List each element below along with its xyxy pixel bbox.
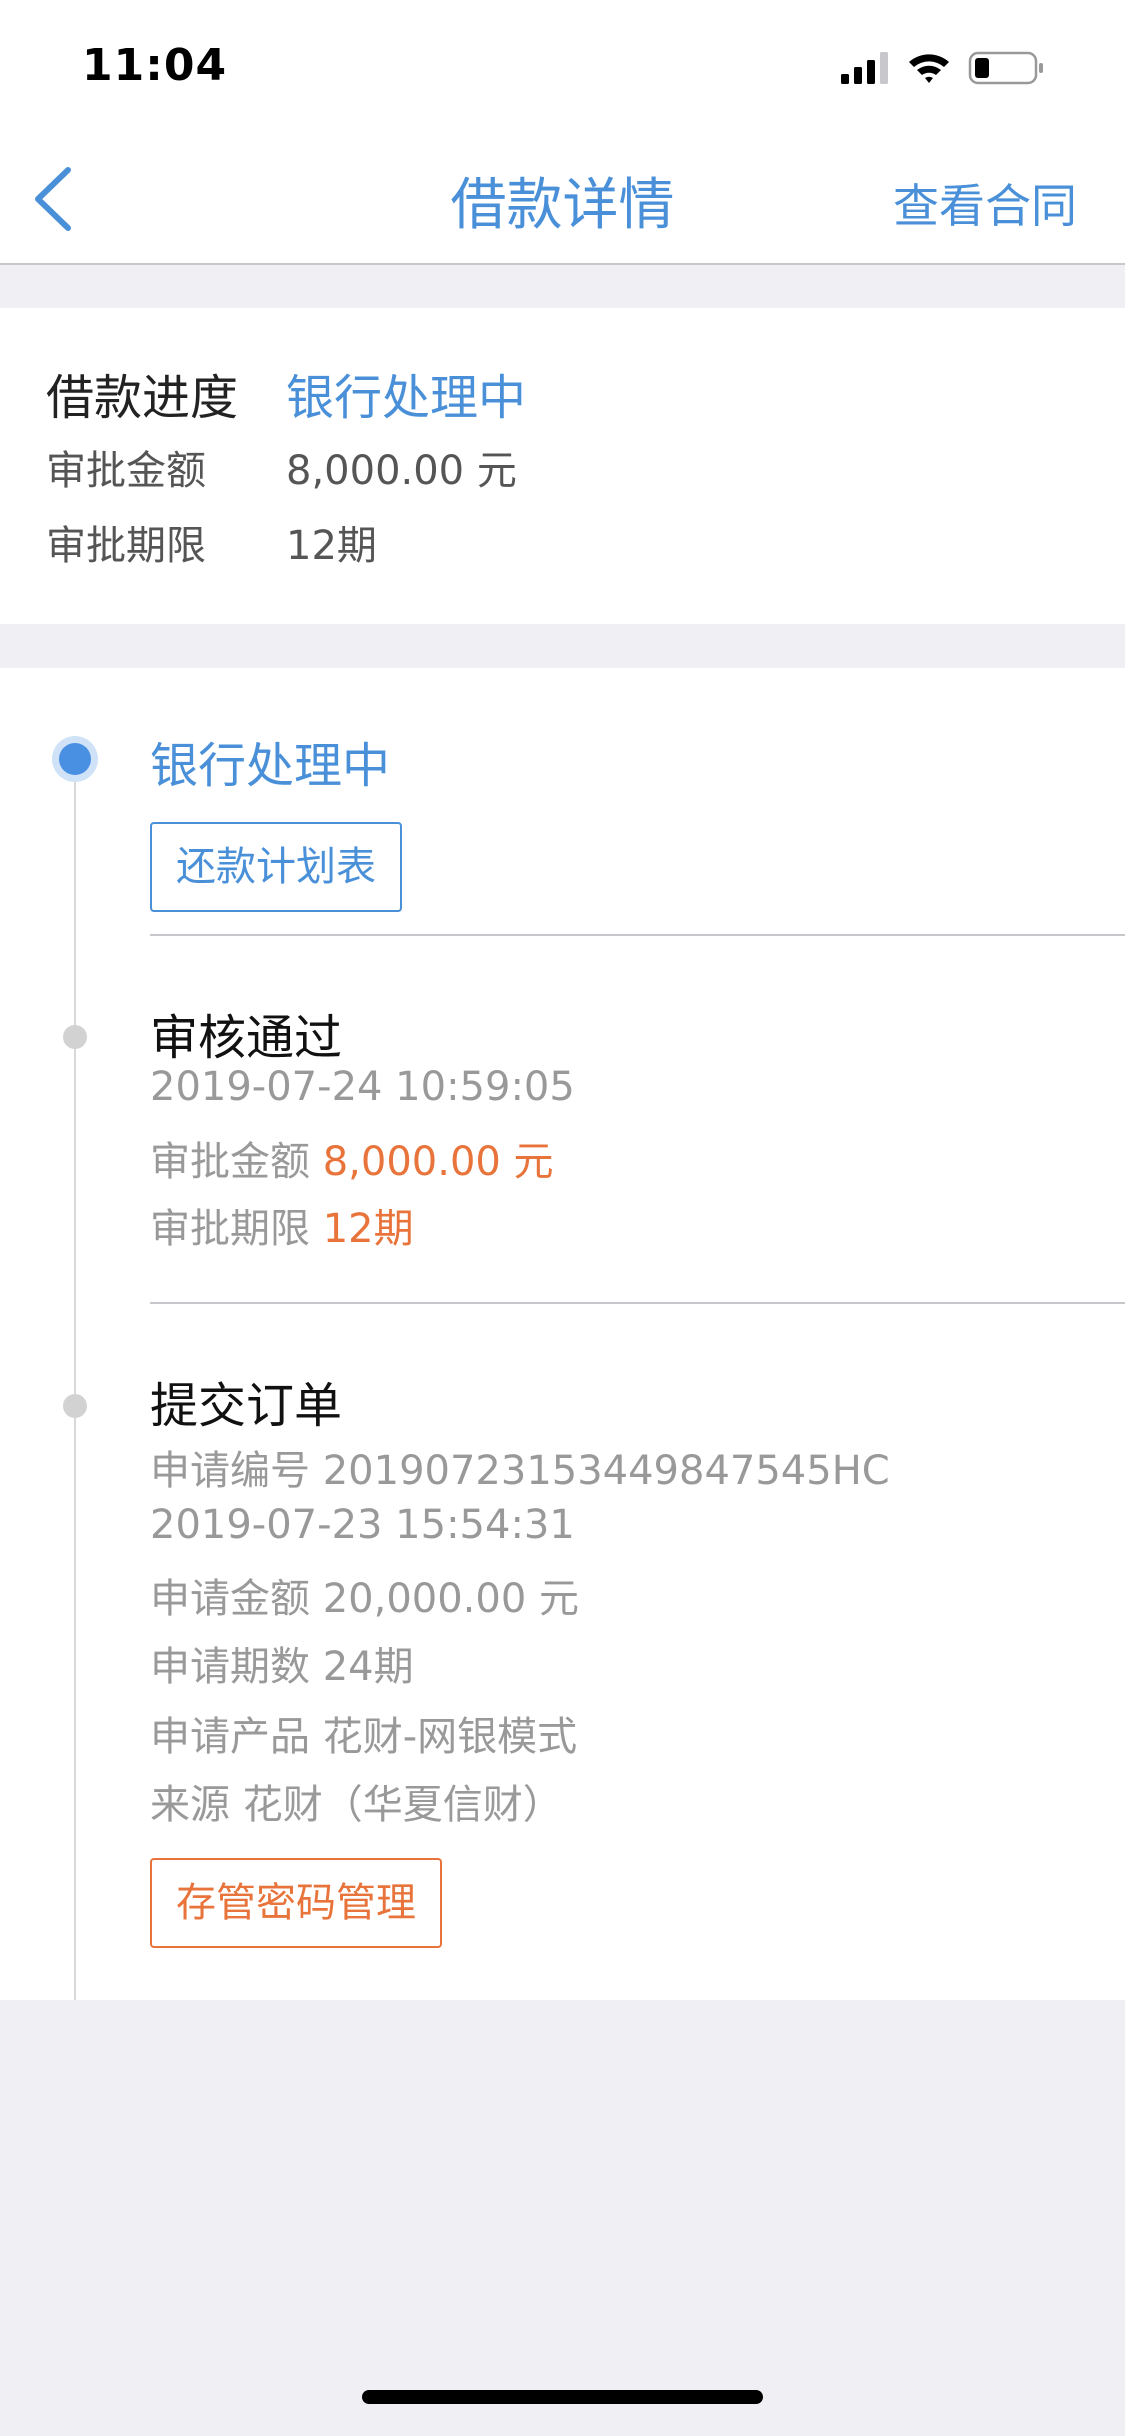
step-approved-title: 审核通过: [150, 1010, 343, 1066]
step-approved-amount: 审批金额 8,000.00 元: [150, 1129, 554, 1187]
applied-amount-label: 申请金额: [150, 1576, 310, 1622]
step-approved-amount-value: 8,000.00 元: [322, 1139, 554, 1185]
step-approved-term-label: 审批期限: [150, 1206, 310, 1252]
approved-term-value: 12期: [286, 523, 377, 569]
step-approved-datetime: 2019-07-24 10:59:05: [150, 1064, 575, 1110]
applied-amount-value: 20,000.00 元: [322, 1576, 580, 1622]
loan-timeline-card: 银行处理中 还款计划表 审核通过 2019-07-24 10:59:05 审批金…: [0, 668, 1125, 2000]
timeline-divider: [150, 934, 1125, 936]
progress-label: 借款进度: [46, 370, 239, 426]
applied-periods-label: 申请期数: [150, 1644, 310, 1690]
step-application-number: 申请编号 20190723153449847545HC: [150, 1438, 890, 1496]
step-order-submitted-title: 提交订单: [150, 1378, 343, 1434]
source-label: 来源: [150, 1782, 230, 1828]
custody-password-button[interactable]: 存管密码管理: [150, 1858, 442, 1948]
application-number-label: 申请编号: [150, 1448, 310, 1494]
step-bank-processing-title: 银行处理中: [150, 738, 391, 794]
cellular-signal-icon: [841, 52, 888, 84]
step-order-datetime: 2019-07-23 15:54:31: [150, 1502, 575, 1548]
step-approved-amount-label: 审批金额: [150, 1139, 310, 1185]
approved-amount-label: 审批金额: [46, 448, 206, 494]
step-approved-term: 审批期限 12期: [150, 1196, 414, 1254]
step-applied-amount: 申请金额 20,000.00 元: [150, 1566, 579, 1624]
applied-product-label: 申请产品: [150, 1714, 310, 1760]
timeline-dot: [63, 1025, 87, 1049]
view-contract-button[interactable]: 查看合同: [893, 170, 1077, 236]
back-button[interactable]: [28, 164, 88, 234]
step-applied-periods: 申请期数 24期: [150, 1634, 414, 1692]
timeline-line: [74, 758, 76, 2000]
applied-periods-value: 24期: [322, 1644, 414, 1690]
status-time: 11:04: [82, 40, 228, 91]
progress-value: 银行处理中: [286, 370, 527, 426]
approved-term-label: 审批期限: [46, 523, 206, 569]
timeline-divider: [150, 1302, 1125, 1304]
repayment-schedule-button[interactable]: 还款计划表: [150, 822, 402, 912]
battery-icon: [968, 51, 1043, 85]
chevron-left-icon: [35, 167, 71, 231]
wifi-icon: [909, 54, 949, 83]
loan-summary-card: 借款进度 银行处理中 审批金额 8,000.00 元 审批期限 12期: [0, 308, 1125, 624]
status-bar: 11:04: [0, 0, 1125, 132]
timeline-dot-active: [52, 736, 98, 782]
source-value: 花财（华夏信财）: [242, 1782, 563, 1828]
applied-product-value: 花财-网银模式: [322, 1714, 578, 1760]
navigation-bar: 借款详情 查看合同: [0, 132, 1125, 265]
step-applied-product: 申请产品 花财-网银模式: [150, 1704, 577, 1762]
home-indicator: [362, 2390, 763, 2404]
step-approved-term-value: 12期: [322, 1206, 414, 1252]
approved-amount-value: 8,000.00 元: [286, 448, 517, 494]
step-source: 来源 花财（华夏信财）: [150, 1772, 563, 1830]
application-number-value: 20190723153449847545HC: [322, 1448, 890, 1494]
timeline-dot: [63, 1394, 87, 1418]
status-icons: [841, 48, 1081, 88]
